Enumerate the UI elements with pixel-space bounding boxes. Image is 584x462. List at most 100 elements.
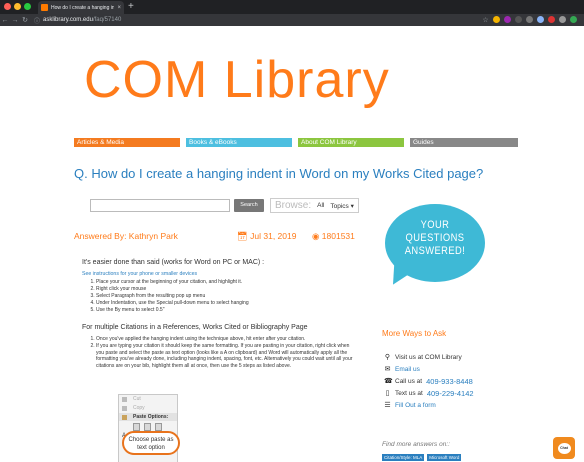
- email-link[interactable]: Email us: [395, 366, 420, 373]
- address-bar[interactable]: ⓘ asklibrary.com.edu /faq/57140 ☆: [34, 15, 579, 25]
- bubble-text: YOUR QUESTIONS ANSWERED!: [385, 219, 485, 258]
- steps-list: Place your cursor at the beginning of yo…: [90, 279, 249, 314]
- menu-item-cut: Cut: [119, 395, 177, 404]
- menu-item-copy: Copy: [119, 404, 177, 413]
- chat-button[interactable]: Chat: [553, 437, 575, 459]
- back-icon[interactable]: ←: [0, 17, 10, 24]
- menu-paste-options: Paste Options:: [119, 413, 177, 421]
- bubble-line: ANSWERED!: [404, 245, 466, 257]
- list-item: Select Paragraph from the resulting pop …: [96, 293, 249, 300]
- paste-text-only-icon: [155, 422, 162, 431]
- new-tab-button[interactable]: +: [128, 1, 134, 13]
- contact-list: ⚲ Visit us at COM Library ✉ Email us ☎ Call…: [384, 351, 474, 411]
- envelope-icon: ✉: [384, 366, 391, 373]
- browse-box: Browse: All Topics ▾: [270, 198, 359, 213]
- view-count: ◉ 1801531: [312, 231, 355, 242]
- tag-mla[interactable]: Citation/Style: MLA: [382, 454, 425, 461]
- maximize-window-button[interactable]: [24, 3, 31, 10]
- nav-guides[interactable]: Guides: [410, 138, 518, 147]
- search-input[interactable]: [90, 199, 230, 212]
- nav-books-ebooks[interactable]: Books & eBooks: [186, 138, 292, 147]
- browse-all-link[interactable]: All: [317, 202, 324, 209]
- menu-item-label: Paste Options:: [133, 414, 169, 420]
- paste-merge-icon: [144, 422, 151, 431]
- topics-dropdown[interactable]: Topics ▾: [330, 202, 354, 210]
- extension-icon[interactable]: [526, 16, 533, 23]
- answer-date-text: Jul 31, 2019: [250, 231, 297, 241]
- contact-call: ☎ Call us at 409-933-8448: [384, 375, 474, 387]
- list-item: Right click your mouse: [96, 286, 249, 293]
- paste-keep-format-icon: [133, 422, 140, 431]
- list-item: Place your cursor at the beginning of yo…: [96, 279, 249, 286]
- tab-close-icon[interactable]: ×: [117, 5, 121, 11]
- text-prefix: Text us at: [395, 389, 423, 397]
- nav-about[interactable]: About COM Library: [298, 138, 404, 147]
- web-page: COM Library Articles & Media Books & eBo…: [0, 26, 584, 462]
- list-icon: ☰: [384, 402, 391, 409]
- extension-icon[interactable]: [548, 16, 555, 23]
- menu-item-label: Cut: [133, 396, 141, 402]
- eye-icon: ◉: [312, 231, 322, 241]
- article-heading-1: It's easier done than said (works for Wo…: [82, 259, 265, 266]
- map-marker-icon: ⚲: [384, 354, 391, 361]
- question-title: Q. How do I create a hanging indent in W…: [74, 166, 484, 181]
- forward-icon[interactable]: →: [10, 17, 20, 24]
- browser-tabbar: How do I create a hanging inde × +: [0, 0, 584, 14]
- bubble-line: YOUR: [420, 219, 450, 231]
- answered-by: Answered By: Kathryn Park: [74, 231, 178, 241]
- extension-icon[interactable]: [504, 16, 511, 23]
- paste-callout: Choose paste as text option: [122, 431, 180, 455]
- article-heading-2: For multiple Citations in a References, …: [82, 324, 308, 331]
- close-window-button[interactable]: [4, 3, 11, 10]
- text-number-link[interactable]: 409-229-4142: [427, 389, 474, 398]
- main-nav: Articles & Media Books & eBooks About CO…: [74, 138, 524, 147]
- visit-text: Visit us at COM Library: [395, 353, 462, 361]
- clipboard-icon: [122, 415, 127, 420]
- call-prefix: Call us at: [395, 377, 423, 385]
- more-ways-heading: More Ways to Ask: [382, 329, 447, 338]
- tag-word[interactable]: Microsoft Word: [427, 454, 462, 461]
- contact-form[interactable]: ☰ Fill Out a form: [384, 399, 474, 411]
- url-path: /faq/57140: [92, 17, 122, 23]
- view-count-text: 1801531: [321, 231, 355, 241]
- minimize-window-button[interactable]: [14, 3, 21, 10]
- contact-email[interactable]: ✉ Email us: [384, 363, 474, 375]
- phone-icon: ☎: [384, 378, 393, 385]
- mobile-icon: ▯: [385, 390, 390, 397]
- extension-icon[interactable]: [515, 16, 522, 23]
- browse-label: Browse:: [275, 200, 312, 211]
- extensions-bar: ☆: [482, 16, 577, 24]
- copy-icon: [122, 406, 127, 411]
- form-link[interactable]: Fill Out a form: [395, 402, 436, 409]
- phone-instructions-link[interactable]: See instructions for your phone or small…: [82, 271, 197, 277]
- reload-icon[interactable]: ↻: [20, 16, 30, 24]
- search-button[interactable]: Search: [234, 199, 264, 212]
- profile-avatar[interactable]: [570, 16, 577, 23]
- tab-title: How do I create a hanging inde: [51, 4, 115, 11]
- contact-visit: ⚲ Visit us at COM Library: [384, 351, 474, 363]
- chat-bubble-icon: Chat: [557, 442, 571, 454]
- extension-icon[interactable]: [493, 16, 500, 23]
- contact-text: ▯ Text us at 409-229-4142: [384, 387, 474, 399]
- list-item: If you are typing your citation it shoul…: [96, 343, 358, 370]
- bookmark-star-icon[interactable]: ☆: [482, 16, 489, 24]
- topic-tags: Citation/Style: MLA Microsoft Word: [382, 454, 462, 461]
- list-item: Use the By menu to select 0.5": [96, 307, 249, 314]
- steps-list-2: Once you've applied the hanging indent u…: [90, 336, 358, 370]
- call-number-link[interactable]: 409-933-8448: [426, 377, 473, 386]
- site-logo[interactable]: COM Library: [84, 54, 390, 106]
- bubble-line: QUESTIONS: [405, 232, 465, 244]
- list-item: Once you've applied the hanging indent u…: [96, 336, 358, 343]
- url-host: asklibrary.com.edu: [43, 17, 93, 23]
- browser-tab[interactable]: How do I create a hanging inde ×: [38, 1, 124, 14]
- extension-icon[interactable]: [559, 16, 566, 23]
- list-item: Under Indentation, use the Special pull-…: [96, 300, 249, 307]
- menu-item-label: Copy: [133, 405, 145, 411]
- find-more-label: Find more answers on::: [382, 441, 450, 448]
- nav-articles-media[interactable]: Articles & Media: [74, 138, 180, 147]
- favicon-icon: [41, 4, 48, 11]
- site-info-icon[interactable]: ⓘ: [34, 16, 40, 25]
- window-controls: [4, 3, 31, 10]
- calendar-icon: 📅︎: [237, 231, 251, 241]
- extension-icon[interactable]: [537, 16, 544, 23]
